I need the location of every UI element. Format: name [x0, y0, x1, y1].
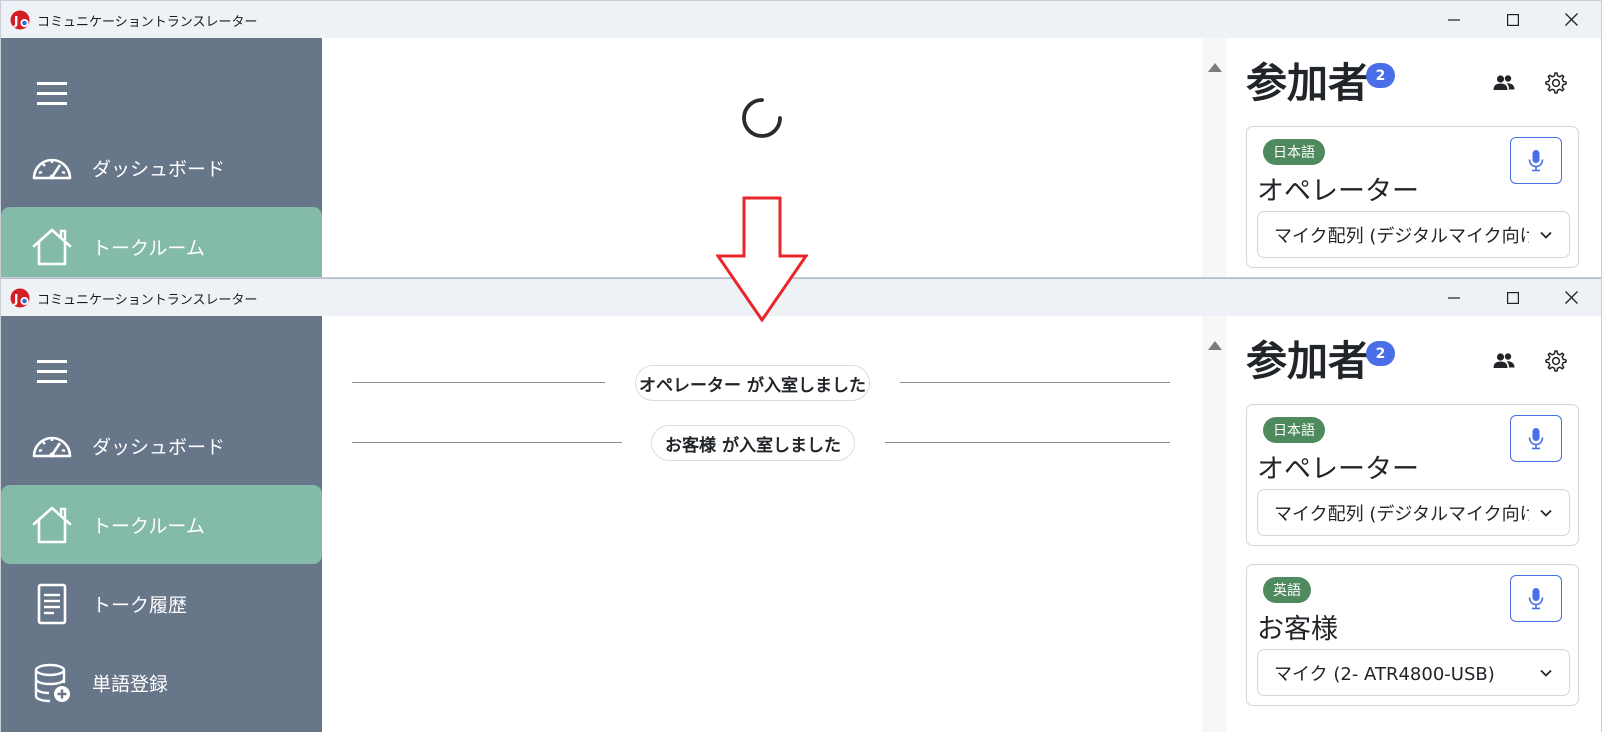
scrollbar[interactable] [1202, 38, 1226, 277]
scrollbar[interactable] [1202, 316, 1226, 732]
nav-item-talkroom[interactable]: トークルーム [1, 207, 322, 277]
participant-name: オペレーター [1257, 176, 1419, 207]
system-message-pill: オペレーター が入室しました [635, 365, 870, 401]
scroll-up-arrow-icon[interactable] [1208, 63, 1222, 72]
gear-icon[interactable] [1544, 349, 1568, 373]
maximize-icon [1507, 291, 1519, 304]
system-message: オペレーター が入室しました [352, 365, 1170, 401]
microphone-icon [1528, 427, 1544, 449]
device-select[interactable]: マイク (2- ATR4800-USB) [1257, 649, 1570, 696]
mic-button[interactable] [1510, 575, 1562, 622]
minimize-button[interactable] [1434, 279, 1474, 316]
participant-card-operator: 日本語 オペレーター マイク配列 (デジタルマイク向けインテル® スマート・サウ… [1246, 404, 1579, 546]
scroll-up-arrow-icon[interactable] [1208, 341, 1222, 350]
chevron-down-icon [1540, 669, 1552, 677]
maximize-button[interactable] [1493, 279, 1533, 316]
minimize-icon [1448, 18, 1460, 21]
hamburger-icon[interactable] [35, 79, 69, 109]
participants-panel: 参加者 2 日本語 オペレーター マイク配列 (デ [1226, 316, 1601, 732]
divider-line [885, 442, 1170, 443]
participants-title: 参加者 [1246, 337, 1369, 385]
title-bar: J コミュニケーショントランスレーター [1, 1, 1601, 38]
nav-item-word-registration[interactable]: 単語登録 [1, 643, 322, 722]
device-select-value: マイク (2- ATR4800-USB) [1274, 663, 1495, 685]
device-select-value: マイク配列 (デジタルマイク向けインテル® スマート・サウンド・テクノロジー) [1274, 503, 1529, 525]
window-title: コミュニケーショントランスレーター [37, 293, 258, 308]
sidebar: ダッシュボード トークルーム [1, 38, 322, 277]
system-message: お客様 が入室しました [352, 425, 1170, 461]
gear-icon[interactable] [1544, 71, 1568, 95]
chat-area: オペレーター が入室しました お客様 が入室しました [322, 316, 1202, 732]
close-icon [1564, 13, 1578, 26]
divider-line [352, 382, 605, 383]
speedometer-icon [32, 158, 72, 179]
divider-line [352, 442, 622, 443]
microphone-icon [1528, 587, 1544, 609]
system-message-pill: お客様 が入室しました [651, 425, 855, 461]
svg-text:J: J [13, 292, 18, 306]
close-button[interactable] [1551, 279, 1591, 316]
app-logo-icon: J [10, 10, 30, 30]
nav-label-dashboard: ダッシュボード [92, 158, 226, 180]
nav-label-dashboard: ダッシュボード [92, 436, 226, 458]
speedometer-icon [32, 436, 72, 457]
device-select[interactable]: マイク配列 (デジタルマイク向けインテル® スマート・サウンド・テクノロジー) [1257, 489, 1570, 536]
device-select-value: マイク配列 (デジタルマイク向けインテル® スマート・サウンド・テクノロジー) [1274, 225, 1529, 247]
app-logo-icon: J [10, 288, 30, 308]
participant-count-badge: 2 [1366, 63, 1395, 88]
spinner-icon [742, 98, 782, 138]
maximize-button[interactable] [1493, 1, 1533, 38]
nav-label-talk-history: トーク履歴 [92, 594, 188, 616]
chevron-down-icon [1540, 509, 1552, 517]
language-badge: 英語 [1263, 577, 1311, 603]
nav-item-dashboard[interactable]: ダッシュボード [1, 406, 322, 485]
divider-line [900, 382, 1170, 383]
sidebar: ダッシュボード トークルーム トーク履歴 単語登録 [1, 316, 322, 732]
participant-name: オペレーター [1257, 454, 1419, 485]
maximize-icon [1507, 13, 1519, 26]
database-add-icon [34, 663, 70, 702]
participants-title: 参加者 [1246, 59, 1369, 107]
house-icon [32, 506, 72, 543]
down-arrow-icon [716, 196, 808, 322]
house-icon [32, 228, 72, 265]
window-after: J コミュニケーショントランスレーター ダッシュボード トークルーム トーク履歴… [0, 278, 1602, 732]
nav-label-word-registration: 単語登録 [92, 673, 169, 695]
chevron-down-icon [1540, 231, 1552, 239]
hamburger-icon[interactable] [35, 357, 69, 387]
participant-card-customer: 英語 お客様 マイク (2- ATR4800-USB) [1246, 564, 1579, 706]
window-title: コミュニケーショントランスレーター [37, 15, 258, 30]
mic-button[interactable] [1510, 137, 1562, 184]
people-icon[interactable] [1492, 71, 1516, 95]
participant-count-badge: 2 [1366, 341, 1395, 366]
device-select[interactable]: マイク配列 (デジタルマイク向けインテル® スマート・サウンド・テクノロジー) [1257, 211, 1570, 258]
participant-card-operator: 日本語 オペレーター マイク配列 (デジタルマイク向けインテル® スマート・サウ… [1246, 126, 1579, 268]
nav-label-talkroom: トークルーム [92, 237, 205, 259]
language-badge: 日本語 [1263, 139, 1325, 165]
close-button[interactable] [1551, 1, 1591, 38]
minimize-icon [1448, 296, 1460, 299]
minimize-button[interactable] [1434, 1, 1474, 38]
nav-label-talkroom: トークルーム [92, 515, 205, 537]
participants-panel: 参加者 2 日本語 オペレーター マイク配列 (デ [1226, 38, 1601, 277]
nav-item-dashboard[interactable]: ダッシュボード [1, 128, 322, 207]
nav-item-talkroom[interactable]: トークルーム [1, 485, 322, 564]
close-icon [1564, 291, 1578, 304]
nav-item-talk-history[interactable]: トーク履歴 [1, 564, 322, 643]
document-icon [37, 583, 67, 624]
participant-name: お客様 [1257, 614, 1338, 645]
microphone-icon [1528, 149, 1544, 171]
svg-text:J: J [13, 14, 18, 28]
people-icon[interactable] [1492, 349, 1516, 373]
language-badge: 日本語 [1263, 417, 1325, 443]
mic-button[interactable] [1510, 415, 1562, 462]
